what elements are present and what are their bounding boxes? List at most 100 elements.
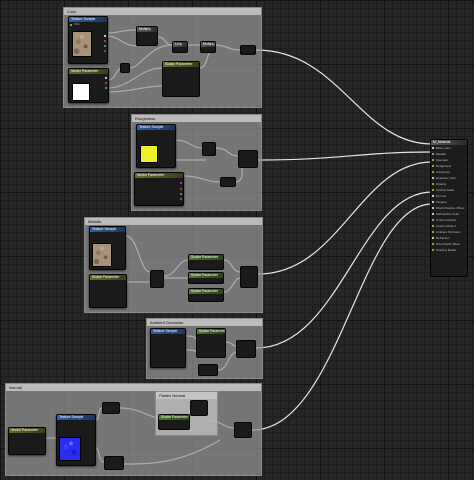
pin-label: Ambient Occlusion [436, 230, 462, 234]
material-output-node[interactable]: M_Material Base Color Metallic Specular Rou… [430, 139, 468, 277]
pin-label: Anisotropy [436, 170, 451, 174]
scalar-parameter-node-2[interactable]: Scalar Parameter [89, 274, 127, 308]
texture-sample-node-3[interactable]: Texture Sample [89, 226, 126, 270]
comment-title[interactable]: Normal [6, 384, 261, 391]
scalar-parameter-node-6[interactable]: Scalar Parameter [196, 328, 226, 358]
constant-node-2[interactable] [198, 364, 218, 376]
pin-g-out[interactable] [104, 45, 106, 47]
pin-dot[interactable] [432, 177, 434, 179]
pin-b-out[interactable] [180, 198, 182, 200]
pin-dot[interactable] [432, 165, 434, 167]
multiply-node[interactable]: Multiply [136, 26, 158, 46]
lerp-node-5[interactable] [104, 456, 124, 470]
pin-label: Emissive Color [436, 176, 457, 180]
comment-title[interactable]: Color [64, 8, 261, 15]
output-reroute-node[interactable] [240, 45, 256, 55]
vector-parameter-node[interactable]: Vector Parameter [68, 68, 109, 103]
node-title: Scalar Parameter [197, 329, 225, 334]
comment-title[interactable]: Flatten Normal [156, 392, 217, 399]
pin-label: Metallic [436, 152, 447, 156]
texture-sample-normal-node[interactable]: Texture Sample [56, 414, 96, 466]
material-pin-17[interactable]: Shading Model [431, 247, 467, 253]
node-title: Texture Sample [137, 125, 175, 130]
node-title: Scalar Parameter [189, 273, 223, 278]
pin-r-out[interactable] [104, 40, 106, 42]
pin-label: Specular [436, 158, 448, 162]
texture-thumbnail [92, 243, 112, 267]
pin-r-out[interactable] [105, 82, 107, 84]
node-title: Texture Sample [90, 227, 125, 232]
pin-g-out[interactable] [180, 193, 182, 195]
pin-dot[interactable] [432, 201, 434, 203]
pin-dot[interactable] [432, 153, 434, 155]
pin-g-out[interactable] [105, 87, 107, 89]
lerp-node-3[interactable] [240, 266, 258, 288]
node-title: Scalar Parameter [189, 255, 223, 260]
pin-label: Tangent [436, 200, 447, 204]
node-title: Texture Sample [57, 415, 95, 420]
node-title: Vector Parameter [69, 69, 108, 74]
pin-dot[interactable] [432, 213, 434, 215]
pin-dot[interactable] [432, 225, 434, 227]
pin-label: Refraction [436, 236, 450, 240]
pin-label: Base Color [436, 146, 451, 150]
multiply-node-3[interactable] [120, 63, 130, 73]
node-title: Multiply [137, 27, 157, 32]
normal-map-thumbnail [59, 437, 81, 461]
node-title: Multiply [201, 42, 215, 47]
pin-dot[interactable] [432, 147, 434, 149]
pin-dot[interactable] [432, 231, 434, 233]
lerp-node-4[interactable] [236, 340, 256, 358]
scalar-parameter-node-5[interactable]: Scalar Parameter [188, 288, 224, 302]
comment-title[interactable]: Roughness [132, 115, 261, 122]
vector-parameter-node-2[interactable]: Vector Parameter [134, 172, 184, 206]
pin-dot[interactable] [432, 183, 434, 185]
multiply-node-5[interactable] [150, 270, 164, 288]
comment-title[interactable]: Ambient Occlusion [147, 319, 262, 326]
scalar-parameter-node-7[interactable]: Scalar Parameter [158, 414, 190, 430]
pin-label: World Position Offset [436, 206, 465, 210]
pin-b-out[interactable] [104, 50, 106, 52]
pin-label: Opacity Mask [436, 188, 455, 192]
scalar-parameter-node[interactable]: Scalar Parameter [162, 61, 200, 97]
texture-sample-node[interactable]: Texture Sample UVs [68, 16, 108, 64]
scalar-parameter-node-3[interactable]: Scalar Parameter [188, 254, 224, 270]
node-title: Texture Sample [151, 329, 185, 334]
node-title: Lerp [173, 42, 187, 47]
pin-uvs[interactable]: UVs [69, 22, 107, 27]
pin-dot[interactable] [432, 207, 434, 209]
pin-r-out[interactable] [180, 188, 182, 190]
pin-dot[interactable] [432, 237, 434, 239]
pin-dot[interactable] [432, 159, 434, 161]
lerp-node-6[interactable] [234, 422, 252, 438]
pin-dot[interactable] [432, 171, 434, 173]
multiply-node-4[interactable] [202, 142, 216, 156]
lerp-node-2[interactable] [238, 150, 258, 168]
multiply-node-2[interactable]: Multiply [200, 41, 216, 53]
multiply-node-6[interactable] [102, 402, 120, 414]
texture-sample-node-2[interactable]: Texture Sample [136, 124, 176, 168]
pin-dot[interactable] [432, 195, 434, 197]
pin-rgb-out[interactable] [105, 77, 107, 79]
scalar-parameter-node-4[interactable]: Scalar Parameter [188, 272, 224, 284]
node-title: Scalar Parameter [189, 289, 223, 294]
comment-title[interactable]: Metallic [85, 218, 262, 225]
lerp-node[interactable]: Lerp [172, 41, 188, 53]
pin-label: Shading Model [436, 248, 457, 252]
color-swatch-white [72, 83, 90, 101]
material-pin-list: Base Color Metallic Specular Roughness Aniso… [431, 145, 467, 253]
vector-parameter-node-3[interactable]: Vector Parameter [8, 427, 46, 455]
pin-label: Custom Data 0 [436, 218, 457, 222]
node-title: Vector Parameter [9, 428, 45, 433]
pin-dot[interactable] [432, 219, 434, 221]
flatten-normal-node[interactable] [190, 400, 208, 416]
constant-node[interactable] [220, 177, 236, 187]
pin-magenta-out[interactable] [180, 182, 182, 184]
material-graph-canvas[interactable]: Color Texture Sample UVs Vector Paramete… [0, 0, 474, 480]
pin-dot[interactable] [432, 249, 434, 251]
texture-sample-node-4[interactable]: Texture Sample [150, 328, 186, 368]
pin-rgb-out[interactable] [104, 35, 106, 37]
pin-dot[interactable] [432, 243, 434, 245]
pin-dot[interactable] [432, 189, 434, 191]
pin-label: UVs [74, 22, 80, 26]
